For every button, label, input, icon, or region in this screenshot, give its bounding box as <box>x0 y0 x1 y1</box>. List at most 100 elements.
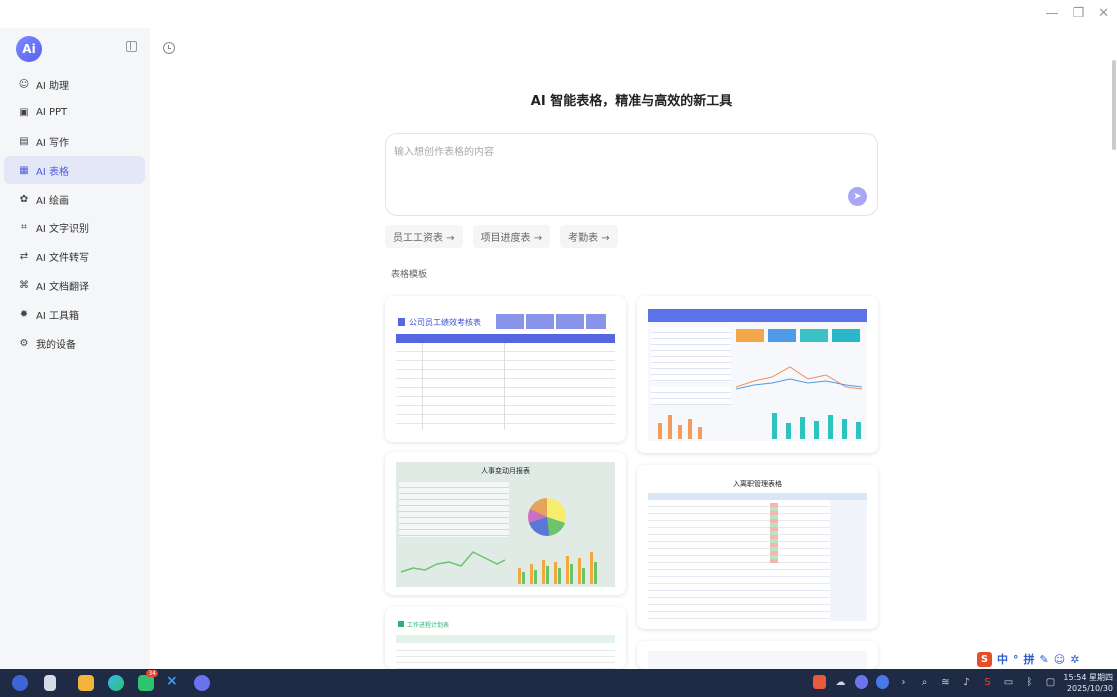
toolbox-icon: ✹ <box>19 308 29 320</box>
send-icon: ➤ <box>853 191 862 202</box>
sidebar-item-label: AI 表格 <box>36 166 69 178</box>
templates-section-title: 表格模板 <box>391 270 428 280</box>
ime-pinyin[interactable]: 拼 <box>1024 651 1035 667</box>
sogou-icon[interactable]: S <box>977 651 992 667</box>
template-card-dashboard[interactable] <box>637 296 878 453</box>
tray-app-icon[interactable] <box>855 675 868 689</box>
template-thumbnail: 工作进程计划表 <box>396 615 615 669</box>
template-thumbnail: 入离职管理表格 <box>648 475 867 621</box>
template-card-onboarding[interactable]: 入离职管理表格 <box>637 465 878 629</box>
thumb-header <box>648 309 867 322</box>
clock-time: 15:54 星期四 <box>1063 673 1113 682</box>
ime-mode[interactable]: 中 <box>997 651 1008 667</box>
folder-icon[interactable] <box>78 675 94 691</box>
ime-toolbar: S 中 ° 拼 ✎ ☺ ✲ <box>977 651 1079 667</box>
minimize-icon[interactable]: — <box>1045 6 1058 21</box>
chip-salary-table[interactable]: 员工工资表 → <box>385 225 463 248</box>
sidebar-item-ai-table[interactable]: ▦ AI 表格 <box>4 156 145 185</box>
chip-attendance[interactable]: 考勤表 → <box>560 225 618 248</box>
close-icon[interactable]: ✕ <box>1098 6 1109 21</box>
chevron-right-icon[interactable]: › <box>897 675 910 689</box>
sidebar-item-ai-ppt[interactable]: ▣ AI PPT <box>4 99 145 127</box>
sidebar: Ai ☺ AI 助理 ▣ AI PPT ▤ AI 写作 ▦ AI 表格 ✿ AI… <box>0 28 150 669</box>
thumb-header <box>496 314 606 329</box>
bluetooth-icon[interactable]: ᛒ <box>1023 675 1036 689</box>
history-icon[interactable] <box>163 42 175 54</box>
template-card-performance[interactable]: 公司员工绩效考核表 <box>385 296 626 442</box>
sidebar-item-ai-toolbox[interactable]: ✹ AI 工具箱 <box>4 300 145 328</box>
pen-icon[interactable]: ✎ <box>1040 653 1049 666</box>
browser-icon[interactable] <box>108 675 124 691</box>
template-thumbnail: 人事变动月报表 <box>396 462 615 587</box>
thumb-line-chart <box>736 366 863 390</box>
app-window: — ❐ ✕ Ai ☺ AI 助理 ▣ AI PPT ▤ AI 写作 ▦ AI 表… <box>0 0 1117 669</box>
clock-date: 2025/10/30 <box>1066 684 1113 693</box>
send-button[interactable]: ➤ <box>848 187 867 206</box>
sidebar-nav: ☺ AI 助理 ▣ AI PPT ▤ AI 写作 ▦ AI 表格 ✿ AI 绘画… <box>4 70 145 358</box>
sogou-tray-icon[interactable]: S <box>981 675 994 689</box>
template-title: 人事变动月报表 <box>481 467 530 475</box>
translate-icon: ⌘ <box>19 280 29 292</box>
chip-project-progress[interactable]: 项目进度表 → <box>472 225 551 248</box>
sidebar-item-ai-translate[interactable]: ⌘ AI 文档翻译 <box>4 272 145 300</box>
sidebar-item-my-devices[interactable]: ⚙ 我的设备 <box>4 329 145 357</box>
app-logo: Ai <box>16 36 42 62</box>
sidebar-item-label: AI 绘画 <box>36 195 69 207</box>
prompt-box: ➤ <box>385 133 878 216</box>
ime-punct[interactable]: ° <box>1013 653 1019 666</box>
sidebar-item-ai-ocr[interactable]: ⌗ AI 文字识别 <box>4 214 145 242</box>
sidebar-item-label: 我的设备 <box>36 339 76 351</box>
assistant-icon: ☺ <box>18 78 30 90</box>
paint-icon: ✿ <box>19 193 29 205</box>
ai-app-icon[interactable] <box>194 675 210 691</box>
sidebar-item-ai-assistant[interactable]: ☺ AI 助理 <box>4 70 145 98</box>
emoji-icon[interactable]: ☺ <box>1054 653 1065 666</box>
collapse-sidebar-icon[interactable] <box>126 41 137 52</box>
battery-icon[interactable]: ▭ <box>1002 675 1015 689</box>
thumb-bar-chart <box>518 552 597 584</box>
thumb-pie-chart <box>528 498 566 536</box>
tray-app-icon[interactable] <box>876 675 889 689</box>
sidebar-item-label: AI PPT <box>36 107 68 119</box>
ocr-icon: ⌗ <box>21 222 27 234</box>
thumb-rows <box>396 343 615 430</box>
clock[interactable]: 15:54 星期四 2025/10/30 <box>1063 672 1113 694</box>
settings-icon[interactable]: ✲ <box>1070 653 1079 666</box>
template-card-hr-monthly[interactable]: 人事变动月报表 <box>385 452 626 595</box>
wifi-icon[interactable]: ≋ <box>939 675 952 689</box>
sidebar-item-label: AI 文档翻译 <box>36 282 89 294</box>
system-tray: ☁ › ⌕ ≋ ♪ S ▭ ᛒ ▢ <box>813 675 1057 689</box>
tray-app-icon[interactable] <box>813 675 826 689</box>
device-icon: ⚙ <box>19 337 29 349</box>
sidebar-item-ai-paint[interactable]: ✿ AI 绘画 <box>4 185 145 213</box>
vscode-icon[interactable]: ⨯ <box>166 673 182 689</box>
table-icon: ▦ <box>19 164 29 176</box>
sidebar-item-ai-transcribe[interactable]: ⇄ AI 文件转写 <box>4 243 145 271</box>
volume-icon[interactable]: ♪ <box>960 675 973 689</box>
template-card-6[interactable] <box>637 641 878 669</box>
thumb-header <box>648 493 867 500</box>
thumb-rows <box>396 645 615 669</box>
sidebar-item-label: AI 文字识别 <box>36 224 89 236</box>
scrollbar[interactable] <box>1112 60 1116 150</box>
search-icon[interactable]: ⌕ <box>918 675 931 689</box>
thumb-rows <box>651 327 731 382</box>
template-title: 公司员工绩效考核表 <box>409 318 481 327</box>
thumb-line-chart <box>400 551 506 573</box>
wechat-icon[interactable]: 34 <box>138 670 158 691</box>
template-thumbnail <box>648 651 867 669</box>
prompt-input[interactable] <box>394 143 864 187</box>
sidebar-item-label: AI 写作 <box>36 138 69 150</box>
sidebar-item-label: AI 助理 <box>36 80 69 92</box>
notification-badge: 34 <box>146 670 158 677</box>
cloud-icon[interactable]: ☁ <box>834 675 847 689</box>
thumb-bar-chart <box>658 413 861 439</box>
start-icon[interactable] <box>12 675 28 691</box>
taskbar: 34 ⨯ ☁ › ⌕ ≋ ♪ S ▭ ᛒ ▢ 15:54 星期四 2025/10… <box>0 669 1117 697</box>
window-controls: — ❐ ✕ <box>1045 6 1109 21</box>
restore-icon[interactable]: ❐ <box>1072 6 1084 21</box>
template-card-work-plan[interactable]: 工作进程计划表 <box>385 607 626 669</box>
notification-icon[interactable]: ▢ <box>1044 675 1057 689</box>
task-view-icon[interactable] <box>44 675 56 691</box>
sidebar-item-ai-writing[interactable]: ▤ AI 写作 <box>4 128 145 156</box>
